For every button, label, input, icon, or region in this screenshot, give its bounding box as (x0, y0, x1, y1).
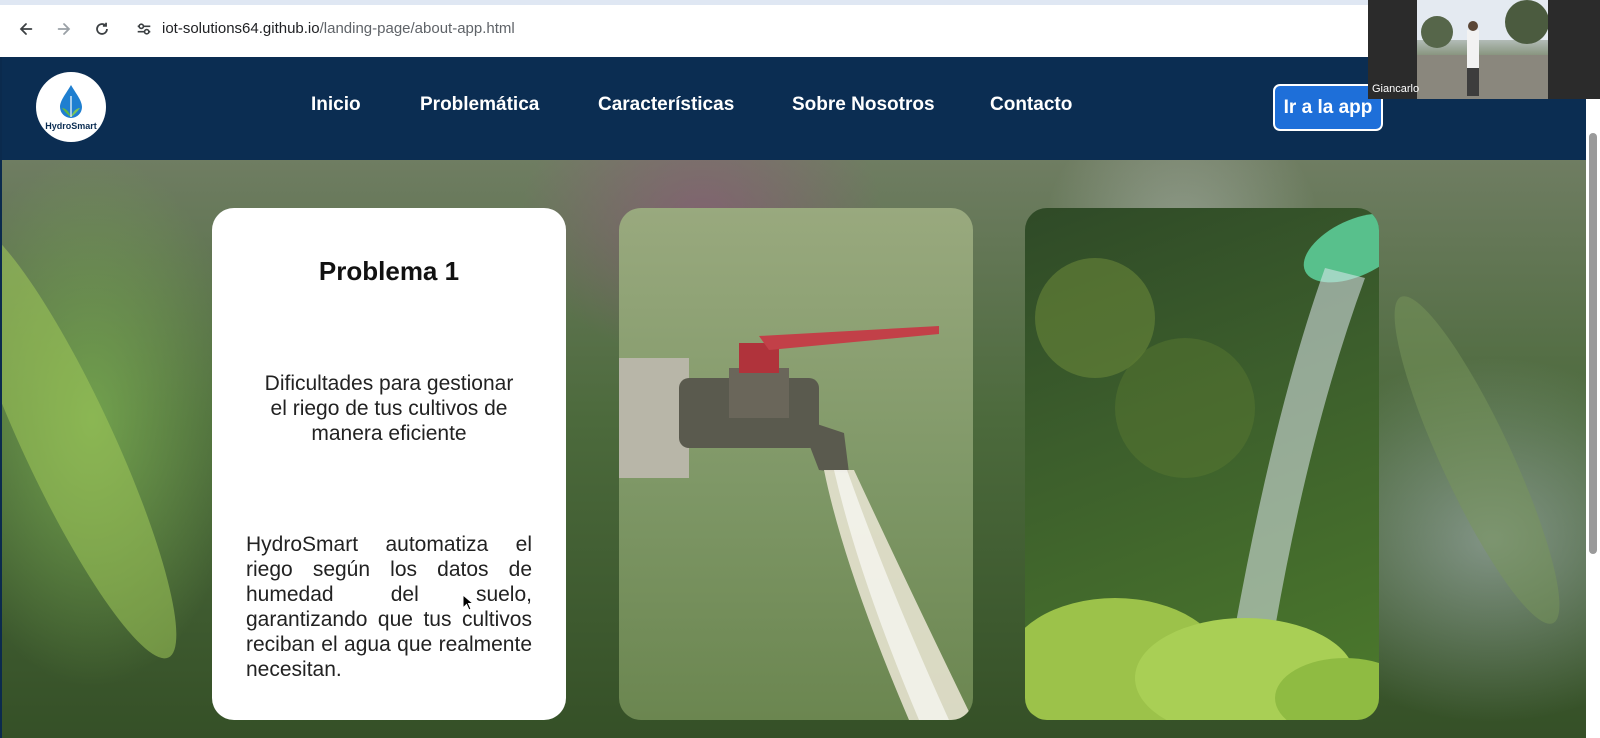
reload-icon (96, 22, 108, 35)
participant-name: Giancarlo (1372, 83, 1420, 95)
nav-link-sobre-nosotros[interactable]: Sobre Nosotros (792, 94, 935, 116)
site-info-button[interactable] (130, 15, 158, 43)
forward-button[interactable] (48, 13, 80, 45)
video-call-tile[interactable]: Giancarlo (1368, 0, 1600, 99)
back-arrow-icon (19, 22, 33, 35)
url-host: iot-solutions64.github.io (162, 20, 320, 37)
background-leaf (1369, 282, 1585, 638)
problem-description: HydroSmart automatiza el riego según los… (246, 533, 532, 681)
nav-link-contacto[interactable]: Contacto (990, 94, 1072, 116)
faucet-image (619, 208, 973, 720)
url-path: /landing-page/about-app.html (319, 20, 515, 37)
browser-toolbar: iot-solutions64.github.io/landing-page/a… (0, 0, 1368, 57)
forward-arrow-icon (57, 22, 71, 35)
background-leaf (2, 203, 210, 677)
watering-can-illustration (1025, 213, 1379, 720)
video-scene (1417, 0, 1548, 99)
participant-video (1417, 0, 1548, 99)
web-page: HydroSmart Inicio Problemática Caracterí… (0, 57, 1600, 738)
problem-subtitle: Dificultades para gestionar el riego de … (264, 372, 514, 445)
hydrosmart-logo[interactable]: HydroSmart (36, 72, 106, 142)
problem-title: Problema 1 (318, 256, 460, 286)
problem-card: Problema 1 Dificultades para gestionar e… (212, 208, 566, 720)
reload-button[interactable] (86, 13, 118, 45)
back-button[interactable] (10, 13, 42, 45)
page-scrollbar[interactable] (1586, 57, 1600, 738)
nav-link-caracteristicas[interactable]: Características (598, 94, 734, 116)
problem-section: Problema 1 Dificultades para gestionar e… (2, 160, 1586, 738)
scrollbar-thumb[interactable] (1589, 133, 1597, 554)
go-to-app-button[interactable]: Ir a la app (1273, 84, 1383, 131)
tune-icon (137, 22, 151, 35)
water-drop-icon (60, 84, 82, 118)
site-header: HydroSmart Inicio Problemática Caracterí… (2, 57, 1586, 160)
nav-link-problematica[interactable]: Problemática (420, 94, 539, 116)
logo-text: HydroSmart (45, 120, 97, 131)
faucet-illustration (619, 326, 973, 720)
mouse-cursor-icon (462, 594, 474, 611)
watering-can-image (1025, 208, 1379, 720)
address-bar[interactable]: iot-solutions64.github.io/landing-page/a… (162, 20, 515, 37)
nav-link-inicio[interactable]: Inicio (311, 94, 361, 116)
